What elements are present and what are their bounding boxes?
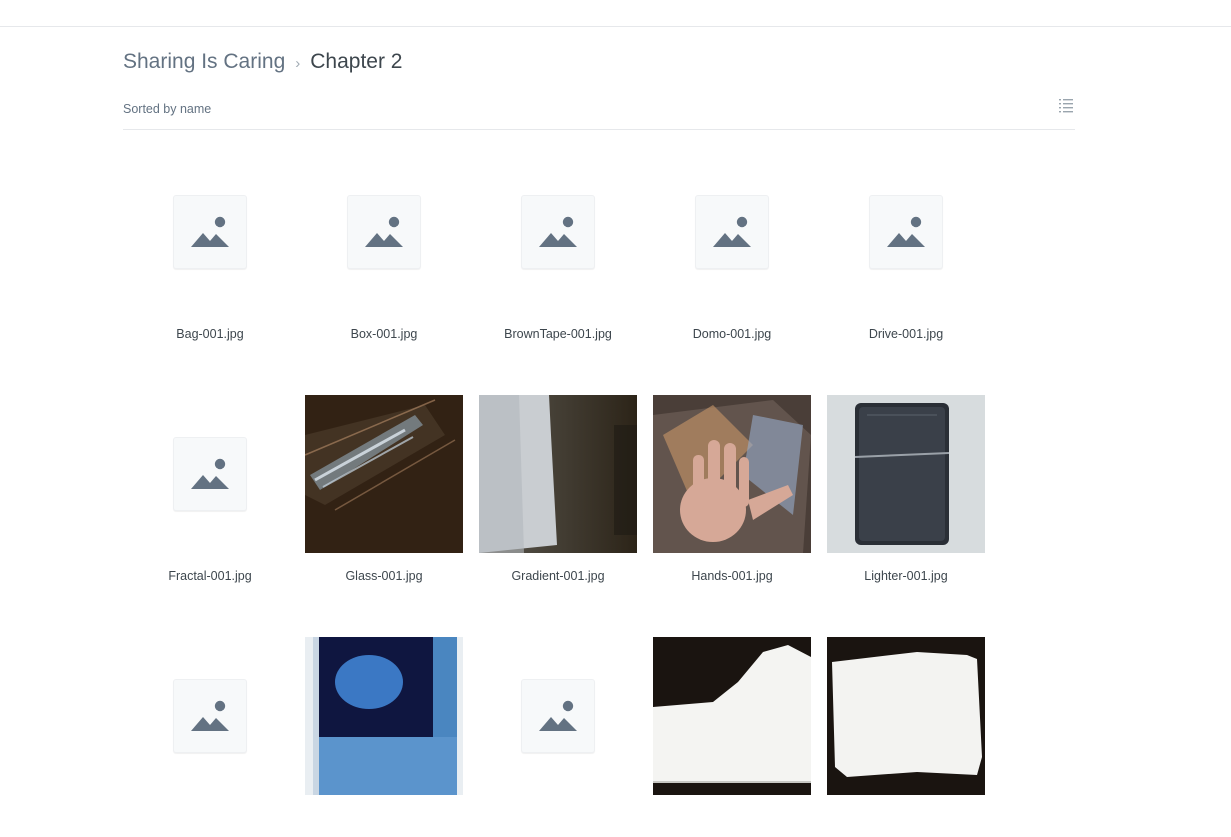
file-tile[interactable]: Domo-001.jpg [645, 153, 819, 353]
file-thumbnail[interactable] [131, 395, 289, 553]
file-thumbnail[interactable] [827, 637, 985, 795]
file-name[interactable]: Gradient-001.jpg [471, 569, 645, 583]
file-tile[interactable]: Box-001.jpg [297, 153, 471, 353]
file-thumbnail[interactable] [131, 637, 289, 795]
file-thumbnail[interactable] [131, 153, 289, 311]
file-tile[interactable]: Lighter-001.jpg [819, 395, 993, 595]
file-tile[interactable]: Gradient-001.jpg [471, 395, 645, 595]
image-placeholder-icon [191, 216, 229, 247]
placeholder-thumbnail [173, 195, 247, 269]
file-tile[interactable]: Drive-001.jpg [819, 153, 993, 353]
photo-thumbnail [479, 395, 637, 553]
placeholder-thumbnail [173, 679, 247, 753]
breadcrumb-separator-icon: › [295, 54, 301, 72]
file-tile[interactable] [297, 637, 471, 837]
file-tile[interactable]: BrownTape-001.jpg [471, 153, 645, 353]
file-tile[interactable]: Bag-001.jpg [123, 153, 297, 353]
image-placeholder-icon [539, 700, 577, 731]
file-thumbnail[interactable] [305, 395, 463, 553]
file-tile[interactable]: Glass-001.jpg [297, 395, 471, 595]
breadcrumb: Sharing Is Caring › Chapter 2 [123, 47, 402, 77]
file-tile[interactable] [471, 637, 645, 837]
image-placeholder-icon [191, 700, 229, 731]
file-tile[interactable] [819, 637, 993, 837]
placeholder-thumbnail [521, 679, 595, 753]
file-thumbnail[interactable] [827, 395, 985, 553]
file-thumbnail[interactable] [653, 395, 811, 553]
photo-thumbnail [827, 395, 985, 553]
image-placeholder-icon [887, 216, 925, 247]
file-name[interactable]: Lighter-001.jpg [819, 569, 993, 583]
file-name[interactable]: Bag-001.jpg [123, 327, 297, 341]
photo-thumbnail [305, 395, 463, 553]
file-name[interactable]: Hands-001.jpg [645, 569, 819, 583]
breadcrumb-parent-link[interactable]: Sharing Is Caring [123, 50, 285, 74]
list-view-button[interactable] [1057, 96, 1075, 114]
image-placeholder-icon [539, 216, 577, 247]
file-name[interactable]: Drive-001.jpg [819, 327, 993, 341]
file-tile[interactable]: Fractal-001.jpg [123, 395, 297, 595]
placeholder-thumbnail [695, 195, 769, 269]
placeholder-thumbnail [869, 195, 943, 269]
photo-thumbnail [827, 637, 985, 795]
image-placeholder-icon [191, 458, 229, 489]
top-bar [0, 0, 1231, 27]
placeholder-thumbnail [347, 195, 421, 269]
sort-bar: Sorted by name [123, 92, 1075, 130]
file-thumbnail[interactable] [305, 153, 463, 311]
photo-thumbnail [653, 637, 811, 795]
file-name[interactable]: Fractal-001.jpg [123, 569, 297, 583]
placeholder-thumbnail [521, 195, 595, 269]
file-tile[interactable] [123, 637, 297, 837]
file-tile[interactable]: Hands-001.jpg [645, 395, 819, 595]
file-name[interactable]: BrownTape-001.jpg [471, 327, 645, 341]
file-name[interactable]: Domo-001.jpg [645, 327, 819, 341]
file-thumbnail[interactable] [305, 637, 463, 795]
image-placeholder-icon [713, 216, 751, 247]
file-thumbnail[interactable] [653, 153, 811, 311]
file-thumbnail[interactable] [479, 395, 637, 553]
file-thumbnail[interactable] [479, 153, 637, 311]
photo-thumbnail [653, 395, 811, 553]
file-name[interactable]: Glass-001.jpg [297, 569, 471, 583]
list-view-icon [1059, 99, 1073, 113]
file-thumbnail[interactable] [827, 153, 985, 311]
placeholder-thumbnail [173, 437, 247, 511]
file-tile[interactable] [645, 637, 819, 837]
breadcrumb-current-folder: Chapter 2 [310, 50, 403, 73]
sort-label[interactable]: Sorted by name [123, 102, 211, 116]
file-thumbnail[interactable] [653, 637, 811, 795]
image-placeholder-icon [365, 216, 403, 247]
photo-thumbnail [305, 637, 463, 795]
file-name[interactable]: Box-001.jpg [297, 327, 471, 341]
file-thumbnail[interactable] [479, 637, 637, 795]
